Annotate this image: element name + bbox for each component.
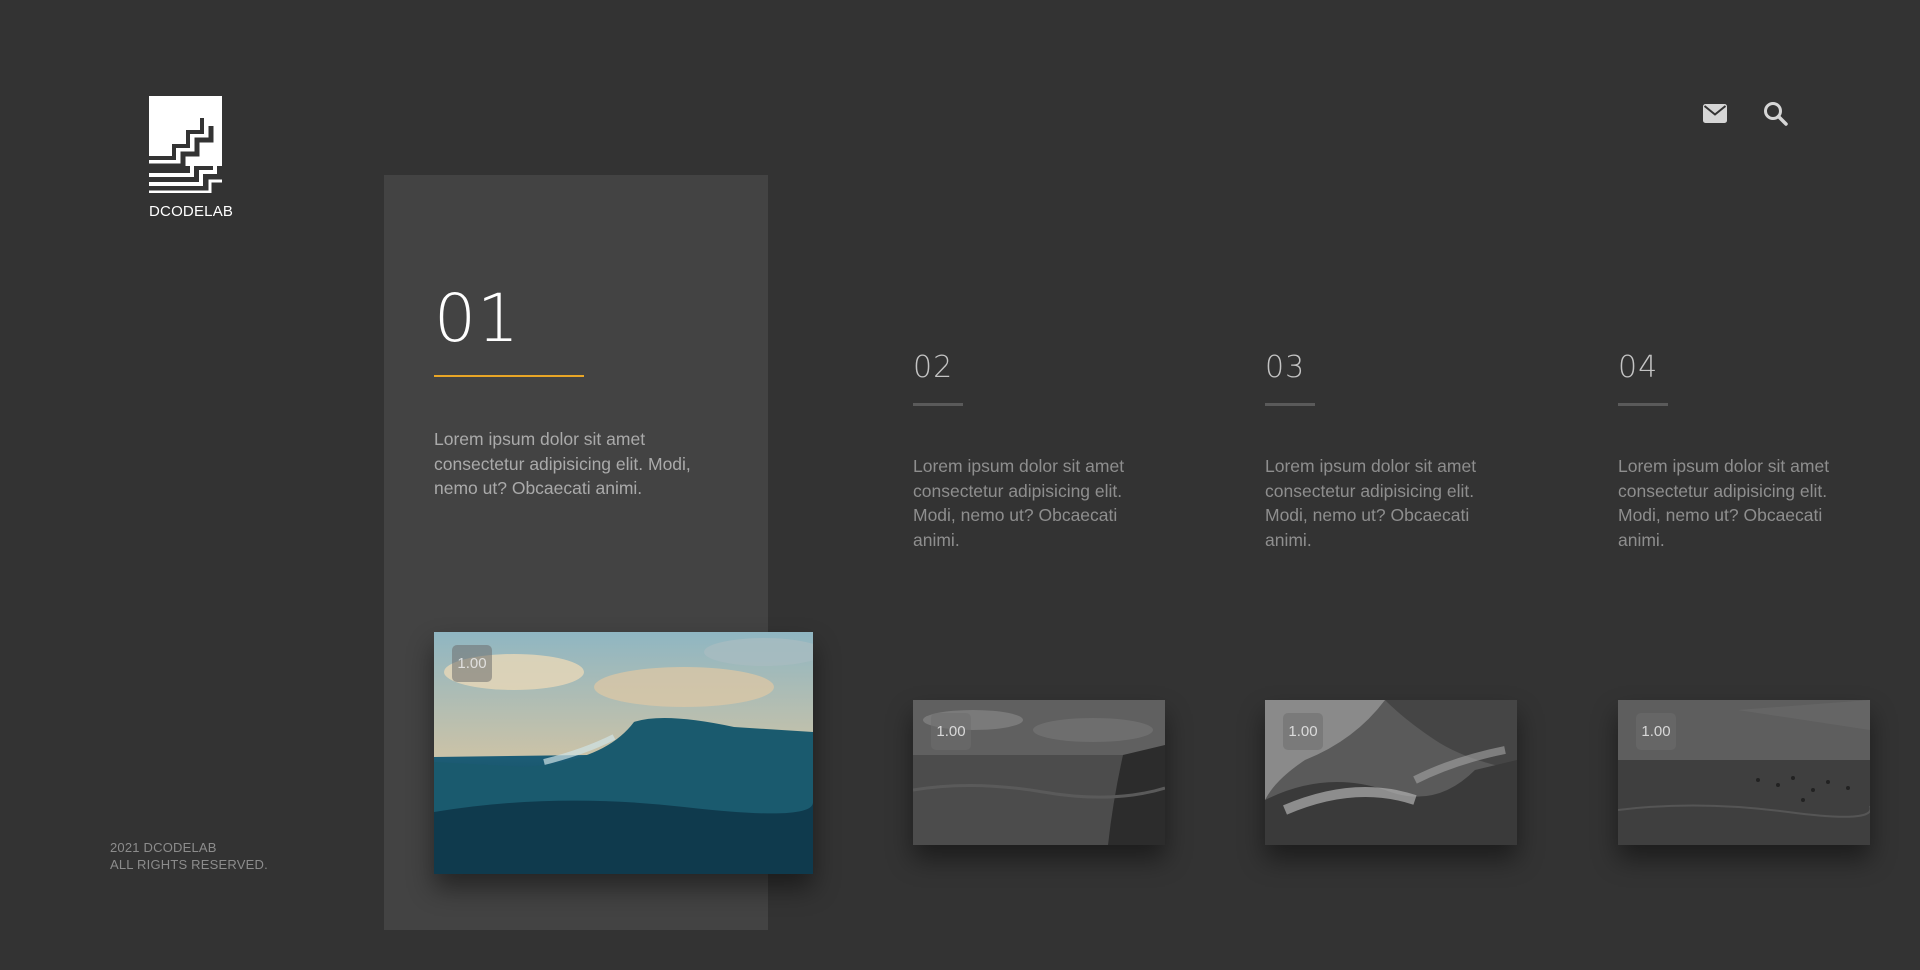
brand[interactable]: DCODELAB <box>149 96 233 220</box>
slide-accent-line <box>434 375 584 377</box>
slide-badge: 1.00 <box>1283 713 1323 750</box>
header-icons <box>1702 100 1788 126</box>
slide-badge: 1.00 <box>931 713 971 750</box>
slide-number: 01 <box>434 280 520 357</box>
slide-line <box>1618 403 1668 406</box>
slide-03-thumbnail[interactable]: 1.00 <box>1265 700 1517 845</box>
slide-line <box>913 403 963 406</box>
page: DCODELAB 2021 DCODELAB ALL RIGHTS RESERV… <box>0 0 1920 970</box>
slide-description: Lorem ipsum dolor sit amet consectetur a… <box>1618 456 1830 550</box>
footer-line-1: 2021 DCODELAB <box>110 840 217 855</box>
slide-02-thumbnail[interactable]: 1.00 <box>913 700 1165 845</box>
slide-number: 03 <box>1265 350 1306 385</box>
footer-line-2: ALL RIGHTS RESERVED. <box>110 857 268 872</box>
slide-number: 02 <box>913 350 954 385</box>
slide-description: Lorem ipsum dolor sit amet consectetur a… <box>913 456 1125 550</box>
footer-copyright: 2021 DCODELAB ALL RIGHTS RESERVED. <box>110 839 268 873</box>
stairs-logo-icon <box>149 96 222 193</box>
slide-description: Lorem ipsum dolor sit amet consectetur a… <box>434 429 691 498</box>
slide-line <box>1265 403 1315 406</box>
slide-04-thumbnail[interactable]: 1.00 <box>1618 700 1870 845</box>
slide-badge: 1.00 <box>452 645 492 682</box>
slide-03[interactable]: 03 Lorem ipsum dolor sit amet consectetu… <box>1265 350 1495 552</box>
slide-01[interactable]: 01 Lorem ipsum dolor sit amet consectetu… <box>434 280 704 501</box>
slide-04[interactable]: 04 Lorem ipsum dolor sit amet consectetu… <box>1618 350 1848 552</box>
slide-number: 04 <box>1618 350 1659 385</box>
slide-02[interactable]: 02 Lorem ipsum dolor sit amet consectetu… <box>913 350 1143 552</box>
slide-description: Lorem ipsum dolor sit amet consectetur a… <box>1265 456 1477 550</box>
search-icon[interactable] <box>1762 100 1788 126</box>
brand-name: DCODELAB <box>149 203 234 220</box>
envelope-icon[interactable] <box>1702 100 1728 126</box>
slide-01-thumbnail[interactable]: 1.00 <box>434 632 813 874</box>
slide-badge: 1.00 <box>1636 713 1676 750</box>
